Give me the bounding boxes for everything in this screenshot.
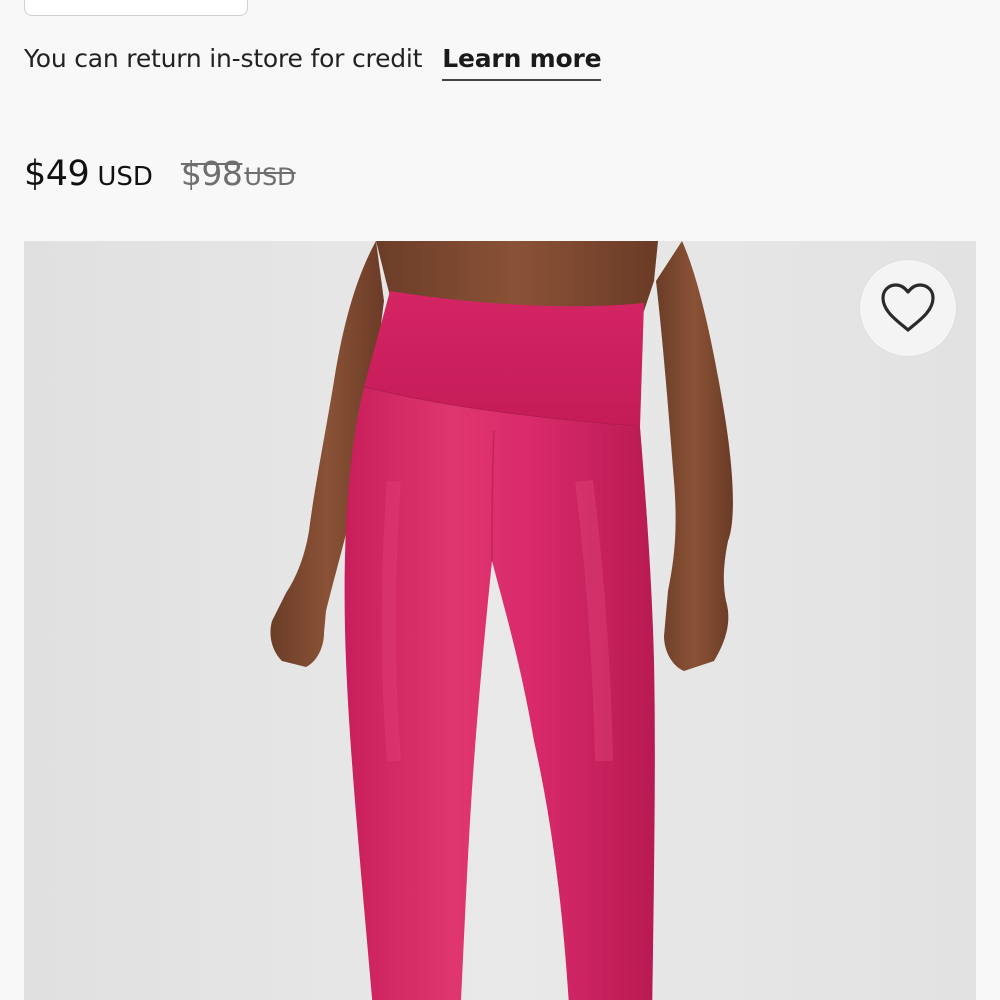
heart-outline-icon <box>881 283 935 332</box>
learn-more-link[interactable]: Learn more <box>442 44 602 81</box>
current-price-currency: USD <box>97 162 153 192</box>
original-price-amount: $98 <box>180 154 243 193</box>
product-image[interactable] <box>24 241 976 1000</box>
return-policy: You can return in-store for credit Learn… <box>24 44 602 84</box>
product-page: You can return in-store for credit Learn… <box>0 0 1000 1000</box>
original-price-currency: USD <box>244 163 296 191</box>
wishlist-button[interactable] <box>860 260 956 356</box>
price: $49 USD $98USD <box>24 154 296 194</box>
return-policy-text: You can return in-store for credit <box>24 44 423 73</box>
size-select-box[interactable] <box>24 0 248 16</box>
original-price: $98USD <box>181 154 296 193</box>
current-price: $49 <box>24 154 90 194</box>
product-photo-illustration <box>24 241 976 1000</box>
